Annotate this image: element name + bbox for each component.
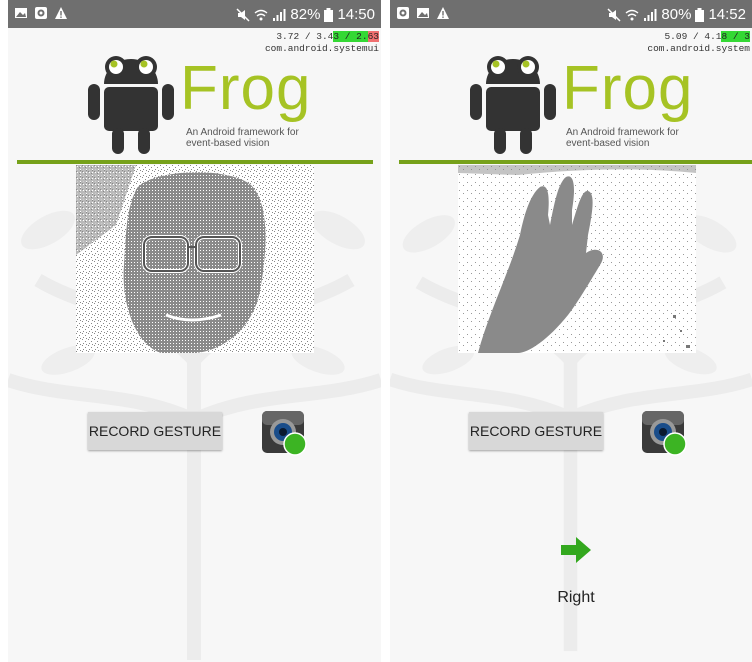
status-bar: 82% 14:50 <box>8 0 381 28</box>
wifi-icon <box>625 9 639 20</box>
cpu-overlay: 5.09 / 4.18 / 3 com.android.system <box>647 31 750 54</box>
mute-icon <box>236 7 250 22</box>
tree-watermark <box>390 215 752 652</box>
record-gesture-button[interactable]: RECORD GESTURE <box>88 412 222 450</box>
camera-toggle-icon[interactable] <box>260 409 308 457</box>
gesture-result-label: Right <box>557 589 595 606</box>
camera-toggle-icon[interactable] <box>640 409 688 457</box>
camera-app-icon <box>35 7 47 19</box>
cpu-overlay: 3.72 / 3.43 / 2.63 com.android.systemui <box>264 31 379 54</box>
app-title: Frog <box>562 54 694 123</box>
warning-icon <box>437 7 449 19</box>
battery-icon <box>695 7 705 22</box>
signal-icon <box>644 8 657 21</box>
signal-icon <box>273 8 286 21</box>
image-icon <box>417 8 429 18</box>
warning-icon <box>55 7 67 19</box>
battery-percent: 80% <box>661 6 692 23</box>
battery-icon <box>324 7 334 22</box>
status-bar: 80% 14:52 <box>390 0 752 28</box>
app-subtitle: An Android framework for event-based vis… <box>186 127 299 149</box>
app-subtitle: An Android framework for event-based vis… <box>566 127 679 149</box>
wifi-icon <box>254 9 268 20</box>
frog-robot-logo-icon <box>470 56 556 154</box>
clock: 14:50 <box>337 6 375 23</box>
header-divider <box>17 160 373 164</box>
tree-watermark <box>8 210 381 660</box>
frog-robot-logo-icon <box>88 56 174 154</box>
phone-screen-left: 82% 14:50 3.72 / 3.43 / 2.63 com.android… <box>8 0 381 662</box>
header-divider <box>399 160 752 164</box>
phone-screen-right: 80% 14:52 5.09 / 4.18 / 3 com.android.sy… <box>390 0 752 662</box>
camera-app-icon <box>397 7 409 19</box>
app-title: Frog <box>180 54 312 123</box>
image-icon <box>15 8 27 18</box>
event-camera-view <box>76 165 314 353</box>
record-gesture-button[interactable]: RECORD GESTURE <box>469 412 603 450</box>
arrow-right-icon <box>561 537 591 563</box>
event-camera-view <box>458 165 696 353</box>
mute-icon <box>607 7 621 22</box>
clock: 14:52 <box>708 6 746 23</box>
battery-percent: 82% <box>290 6 321 23</box>
